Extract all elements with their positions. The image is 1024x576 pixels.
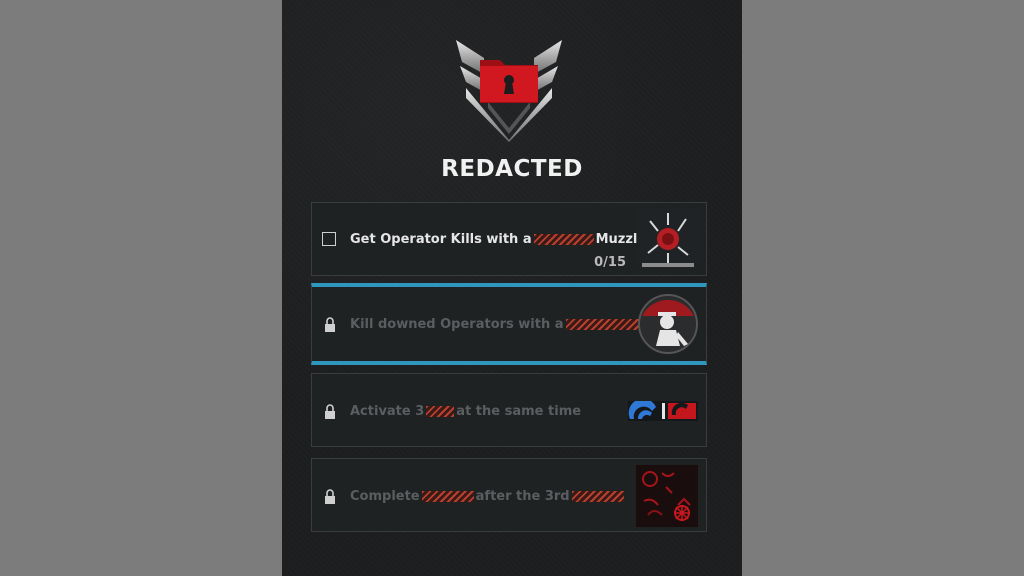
checkbox-icon[interactable] bbox=[322, 232, 336, 246]
lock-icon bbox=[325, 317, 335, 332]
mission-description: Complete after the 3rd bbox=[350, 489, 626, 504]
reward-camo-icon bbox=[628, 401, 698, 421]
mission-description: Kill downed Operators with a bbox=[350, 317, 654, 332]
page-title: REDACTED bbox=[441, 156, 583, 182]
mission-card-3[interactable]: Activate 3 at the same time bbox=[311, 373, 707, 447]
lock-icon bbox=[325, 489, 335, 504]
redacted-text-icon bbox=[533, 234, 594, 245]
mission-panel: REDACTED Get Operator Kills with a Muzzl… bbox=[282, 0, 742, 576]
redacted-text-icon bbox=[421, 491, 474, 502]
redacted-text-icon bbox=[426, 406, 455, 417]
folder-lock-icon bbox=[480, 60, 538, 103]
reward-sticker-icon bbox=[638, 209, 698, 269]
mission-card-4[interactable]: Complete after the 3rd bbox=[311, 458, 707, 532]
reward-pattern-icon bbox=[636, 465, 698, 527]
faction-emblem-icon bbox=[456, 40, 562, 142]
reward-emblem-icon bbox=[638, 294, 698, 354]
mission-progress: 0/15 bbox=[594, 255, 626, 270]
mission-description: Activate 3 at the same time bbox=[350, 404, 582, 419]
mission-card-1[interactable]: Get Operator Kills with a Muzzle 0/15 bbox=[311, 202, 707, 276]
mission-description: Get Operator Kills with a Muzzle bbox=[350, 232, 647, 247]
redacted-text-icon bbox=[571, 491, 624, 502]
lock-icon bbox=[325, 404, 335, 419]
mission-card-2[interactable]: Kill downed Operators with a bbox=[311, 283, 707, 365]
